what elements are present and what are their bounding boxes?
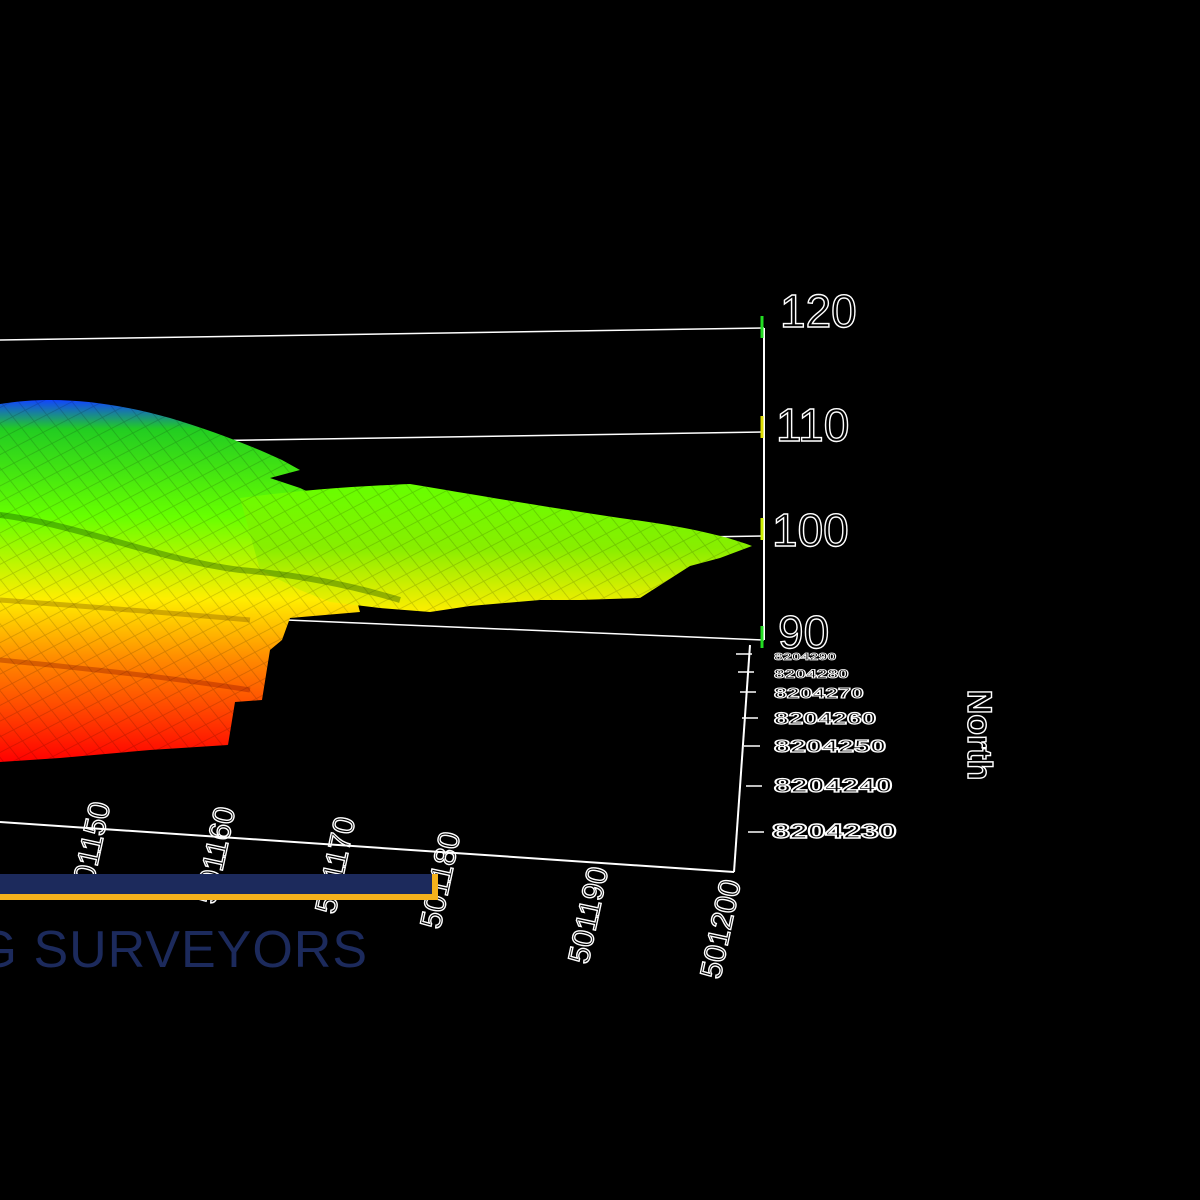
- y-tick-label: 8204240: [774, 776, 892, 797]
- y-axis-title: North: [960, 690, 998, 781]
- z-tick-label: 100: [772, 504, 849, 556]
- company-logo-bar: [0, 874, 438, 900]
- surface-plot: 90 100 110 120 8204230 8204240 8204250 8204260…: [0, 284, 999, 982]
- z-tick-labels: 90 100 110 120: [771, 284, 857, 658]
- y-tick-label: 8204250: [774, 736, 886, 756]
- z-tick-label: 110: [776, 399, 849, 451]
- chart-canvas: 90 100 110 120 8204230 8204240 8204250 8204260…: [0, 0, 1200, 1200]
- y-axis-line: [733, 644, 751, 873]
- y-tick-label: 8204270: [774, 686, 864, 702]
- y-tick-label: 8204230: [772, 820, 897, 842]
- company-name-text: NG SURVEYORS: [0, 921, 369, 979]
- y-tick-label: 8204260: [774, 709, 876, 728]
- x-tick-label: 501200: [695, 877, 748, 982]
- logo-bar: [0, 874, 432, 894]
- x-tick-label: 501190: [563, 864, 616, 967]
- y-tick-labels: 8204230 8204240 8204250 8204260 8204270 82042…: [736, 651, 897, 843]
- x-tick-label: 501170: [310, 814, 363, 917]
- z-tick-label: 90: [778, 606, 829, 658]
- terrain-surface: [0, 399, 752, 762]
- surface-tail-mesh: [240, 484, 752, 612]
- z-tick-label: 120: [780, 285, 857, 337]
- z-gridline: [0, 327, 765, 341]
- y-tick-label: 8204290: [774, 651, 836, 662]
- y-tick-label: 8204280: [774, 668, 849, 681]
